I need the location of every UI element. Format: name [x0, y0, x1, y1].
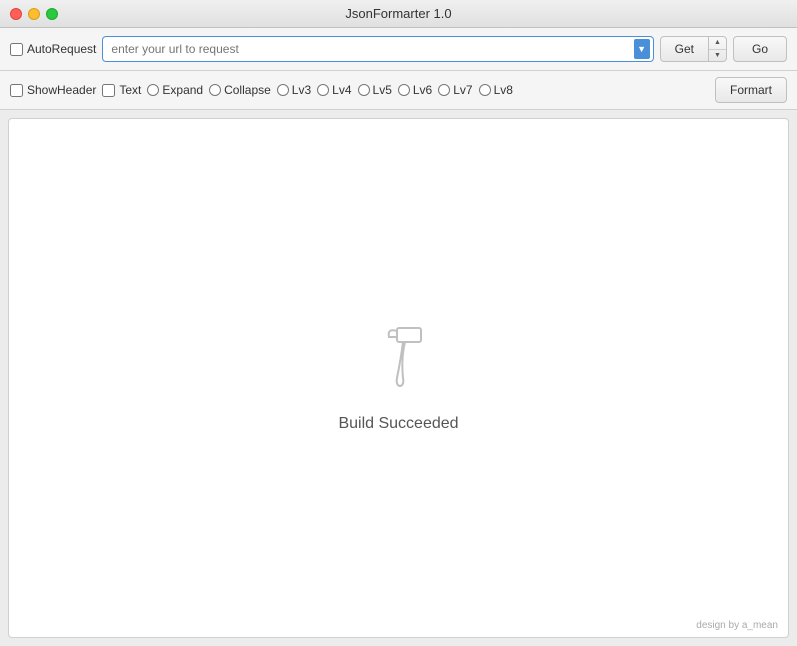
showheader-label: ShowHeader	[27, 83, 96, 97]
lv5-radio-label[interactable]: Lv5	[358, 83, 392, 97]
url-dropdown-button[interactable]: ▼	[634, 39, 650, 59]
lv6-radio-label[interactable]: Lv6	[398, 83, 432, 97]
maximize-button[interactable]	[46, 8, 58, 20]
lv5-label: Lv5	[373, 83, 392, 97]
hammer-icon	[369, 323, 429, 403]
dropdown-arrow-icon: ▼	[637, 44, 646, 54]
go-button[interactable]: Go	[733, 36, 787, 62]
expand-radio[interactable]	[147, 84, 159, 96]
lv3-radio[interactable]	[277, 84, 289, 96]
url-input[interactable]	[102, 36, 653, 62]
minimize-button[interactable]	[28, 8, 40, 20]
lv8-radio[interactable]	[479, 84, 491, 96]
lv7-radio-label[interactable]: Lv7	[438, 83, 472, 97]
method-group: Get ▲ ▼	[660, 36, 727, 62]
toolbar-row2: ShowHeader Text Expand Collapse Lv3 Lv4 …	[0, 71, 797, 110]
lv6-radio[interactable]	[398, 84, 410, 96]
content-area: Build Succeeded design by a_mean	[8, 118, 789, 638]
lv7-radio[interactable]	[438, 84, 450, 96]
stepper-down[interactable]: ▼	[709, 50, 726, 62]
lv8-label: Lv8	[494, 83, 513, 97]
expand-radio-label[interactable]: Expand	[147, 83, 203, 97]
showheader-checkbox[interactable]	[10, 84, 23, 97]
lv3-radio-label[interactable]: Lv3	[277, 83, 311, 97]
collapse-radio-label[interactable]: Collapse	[209, 83, 271, 97]
format-button[interactable]: Formart	[715, 77, 787, 103]
lv6-label: Lv6	[413, 83, 432, 97]
lv8-radio-label[interactable]: Lv8	[479, 83, 513, 97]
stepper-up[interactable]: ▲	[709, 37, 726, 50]
build-succeeded-text: Build Succeeded	[338, 415, 458, 433]
text-checkbox[interactable]	[102, 84, 115, 97]
design-credit: design by a_mean	[696, 620, 778, 631]
text-checkbox-label[interactable]: Text	[102, 83, 141, 97]
title-bar: JsonFormarter 1.0	[0, 0, 797, 28]
method-stepper[interactable]: ▲ ▼	[709, 36, 727, 62]
autorequest-checkbox[interactable]	[10, 43, 23, 56]
autorequest-label: AutoRequest	[27, 42, 96, 56]
toolbar-row1: AutoRequest ▼ Get ▲ ▼ Go	[0, 28, 797, 71]
build-succeeded: Build Succeeded	[338, 323, 458, 433]
lv4-radio-label[interactable]: Lv4	[317, 83, 351, 97]
lv7-label: Lv7	[453, 83, 472, 97]
traffic-lights	[10, 8, 58, 20]
showheader-checkbox-label[interactable]: ShowHeader	[10, 83, 96, 97]
text-label: Text	[119, 83, 141, 97]
lv4-label: Lv4	[332, 83, 351, 97]
expand-label: Expand	[162, 83, 203, 97]
lv3-label: Lv3	[292, 83, 311, 97]
window-title: JsonFormarter 1.0	[345, 6, 451, 21]
autorequest-checkbox-label[interactable]: AutoRequest	[10, 42, 96, 56]
lv4-radio[interactable]	[317, 84, 329, 96]
collapse-label: Collapse	[224, 83, 271, 97]
close-button[interactable]	[10, 8, 22, 20]
collapse-radio[interactable]	[209, 84, 221, 96]
url-input-wrapper: ▼	[102, 36, 653, 62]
method-button[interactable]: Get	[660, 36, 709, 62]
lv5-radio[interactable]	[358, 84, 370, 96]
